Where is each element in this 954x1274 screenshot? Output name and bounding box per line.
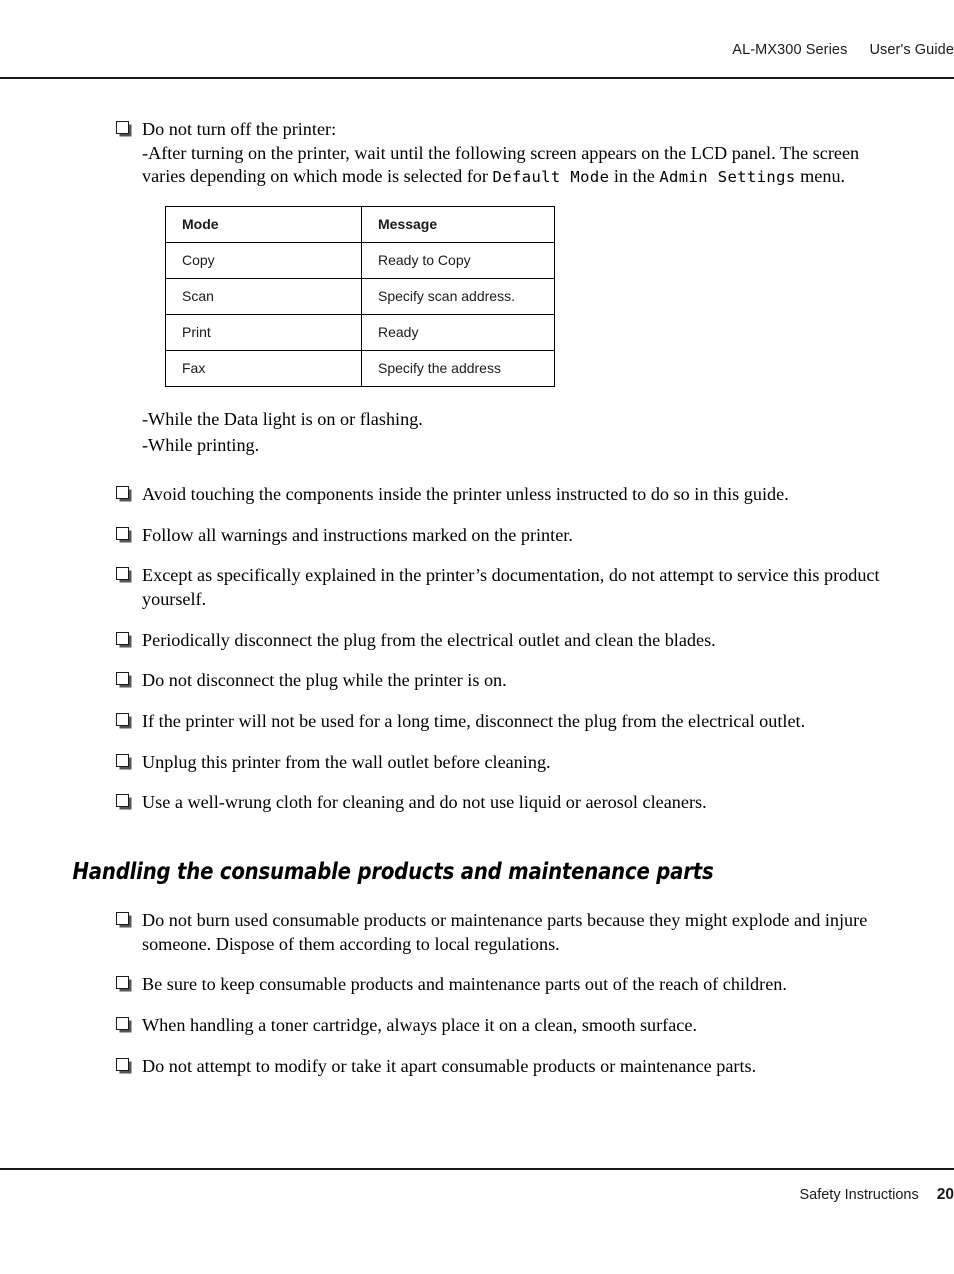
list-item: Periodically disconnect the plug from th…	[0, 629, 954, 653]
bullet-square-icon	[116, 976, 129, 990]
table-row: Copy Ready to Copy	[165, 241, 555, 279]
list-item: Use a well-wrung cloth for cleaning and …	[0, 791, 954, 815]
bullet-square-icon	[116, 912, 129, 925]
bullet-square-icon	[116, 672, 129, 686]
table-row: Fax Specify the address	[165, 349, 555, 387]
dash-note-line: -While the Data light is on or flashing.	[142, 408, 423, 429]
mode-message-table: Mode Message Copy Ready to Copy Scan Spe…	[165, 205, 555, 387]
column-header-message: Message	[361, 205, 555, 243]
list-item: Except as specifically explained in the …	[0, 564, 954, 611]
page-header: AL-MX300 Series User's Guide	[0, 42, 954, 58]
bullet-line-primary: Do not turn off the printer:	[142, 119, 337, 139]
cell-mode: Copy	[165, 241, 362, 279]
list-item: Be sure to keep consumable products and …	[0, 973, 954, 997]
bullet-square-icon	[116, 1057, 129, 1071]
header-divider-rule	[0, 77, 954, 79]
list-item: Do not turn off the printer: -After turn…	[0, 118, 954, 189]
cell-mode: Print	[165, 313, 362, 351]
list-item-text: Do not burn used consumable products or …	[142, 910, 868, 954]
list-item-text: Do not disconnect the plug while the pri…	[142, 670, 507, 691]
footer-section-name: Safety Instructions	[799, 1187, 919, 1203]
table-header-row: Mode Message	[165, 205, 555, 243]
list-item-text: Avoid touching the components inside the…	[142, 484, 789, 505]
bullet-square-icon	[116, 486, 129, 500]
header-document-title: User's Guide	[869, 42, 954, 58]
cell-message: Specify scan address.	[361, 277, 555, 315]
list-item-text: Follow all warnings and instructions mar…	[142, 524, 573, 545]
list-item-text: Except as specifically explained in the …	[142, 565, 880, 610]
bullet-square-icon	[116, 526, 129, 540]
list-item: Follow all warnings and instructions mar…	[0, 524, 954, 548]
dash-note-line: -While printing.	[142, 434, 260, 455]
page-content: Do not turn off the printer: -After turn…	[0, 118, 954, 1095]
dash-note-block: -While the Data light is on or flashing.…	[0, 407, 954, 457]
table-row: Scan Specify scan address.	[165, 277, 555, 315]
list-item-text: Unplug this printer from the wall outlet…	[142, 751, 551, 772]
list-item-text: Be sure to keep consumable products and …	[142, 974, 787, 995]
bullet-square-icon	[116, 713, 129, 727]
lcd-term-default-mode: Default Mode	[492, 168, 610, 187]
list-item-text: If the printer will not be used for a lo…	[142, 711, 806, 732]
list-item-text: Do not attempt to modify or take it apar…	[142, 1055, 757, 1076]
bullet-square-icon	[116, 121, 129, 134]
footer-page-number: 20	[936, 1186, 954, 1203]
cell-message: Ready	[361, 313, 555, 351]
mode-message-table-wrapper: Mode Message Copy Ready to Copy Scan Spe…	[0, 205, 954, 387]
column-header-mode: Mode	[165, 205, 362, 243]
list-item-text: When handling a toner cartridge, always …	[142, 1014, 698, 1035]
text-before-default-mode: varies depending on which mode is select…	[142, 166, 493, 187]
cell-message: Specify the address	[361, 349, 555, 387]
text-between-terms: in the	[609, 166, 660, 187]
cell-mode: Scan	[165, 277, 362, 315]
bullet-square-icon	[116, 1016, 129, 1030]
text-after-admin-settings: menu.	[795, 166, 846, 187]
list-item-text: Periodically disconnect the plug from th…	[142, 629, 716, 650]
list-item: Unplug this printer from the wall outlet…	[0, 751, 954, 775]
list-item-text: Use a well-wrung cloth for cleaning and …	[142, 792, 707, 813]
list-item: Do not disconnect the plug while the pri…	[0, 669, 954, 693]
page-footer: Safety Instructions 20	[0, 1186, 954, 1204]
footer-divider-rule	[0, 1168, 954, 1170]
bullet-line-dash-lcd: -After turning on the printer, wait unti…	[142, 142, 860, 163]
bullet-square-icon	[116, 794, 129, 808]
section-heading: Handling the consumable products and mai…	[72, 857, 714, 885]
lcd-term-admin-settings: Admin Settings	[659, 168, 796, 187]
bullet-line-default-mode: varies depending on which mode is select…	[142, 165, 894, 189]
list-item: When handling a toner cartridge, always …	[0, 1014, 954, 1038]
list-item: Avoid touching the components inside the…	[0, 483, 954, 507]
table-row: Print Ready	[165, 313, 555, 351]
list-item: Do not attempt to modify or take it apar…	[0, 1055, 954, 1079]
bullet-square-icon	[116, 753, 129, 767]
bullet-square-icon	[116, 631, 129, 645]
cell-message: Ready to Copy	[361, 241, 555, 279]
list-item: If the printer will not be used for a lo…	[0, 710, 954, 734]
header-product-model: AL-MX300 Series	[732, 42, 848, 58]
list-item: Do not burn used consumable products or …	[0, 909, 954, 956]
bullet-square-icon	[116, 567, 129, 581]
cell-mode: Fax	[165, 349, 362, 387]
